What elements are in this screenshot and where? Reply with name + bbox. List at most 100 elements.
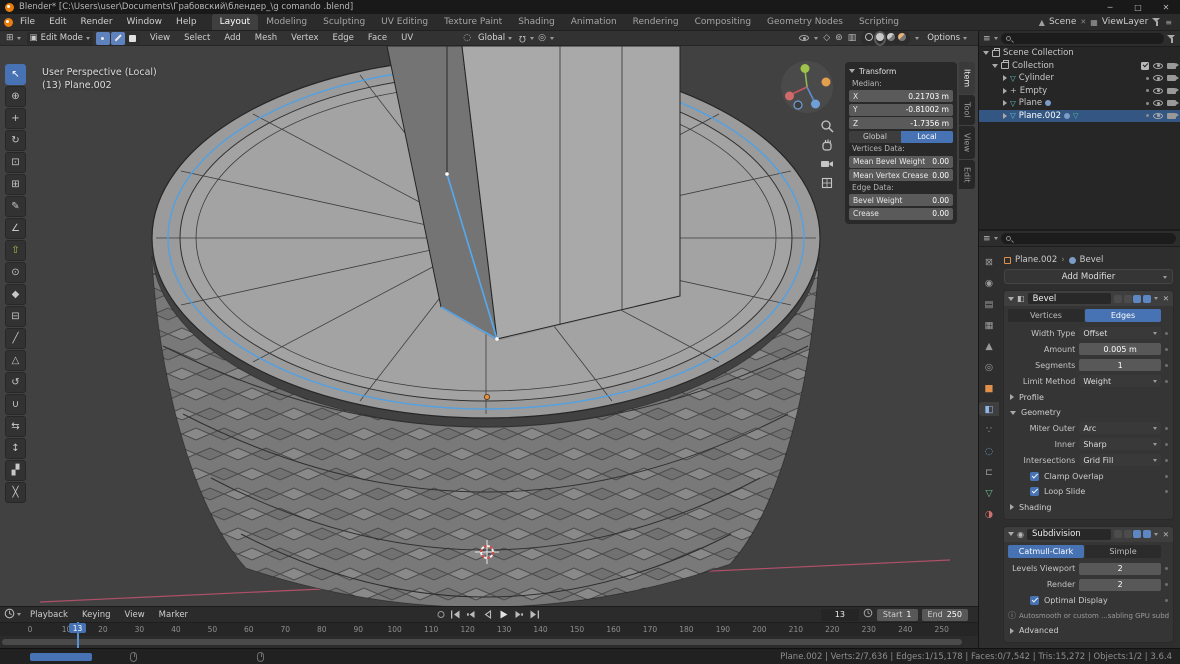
viewport-menu-item[interactable]: Select bbox=[177, 33, 217, 43]
profile-section-header[interactable]: Profile bbox=[1008, 391, 1169, 404]
material-preview-button[interactable] bbox=[887, 33, 895, 44]
limit-method-dropdown[interactable]: Weight bbox=[1079, 375, 1161, 387]
hide-eye-icon[interactable] bbox=[1153, 75, 1163, 81]
breadcrumb-modifier[interactable]: Bevel bbox=[1080, 255, 1104, 265]
edit-mode-toggle-icon[interactable] bbox=[1124, 530, 1132, 538]
properties-tab[interactable]: ⊏ bbox=[981, 465, 997, 479]
local-button[interactable]: Local bbox=[901, 131, 953, 143]
workspace-tab[interactable]: Rendering bbox=[625, 14, 687, 30]
timeline-menu-item[interactable]: View bbox=[118, 610, 152, 620]
timeline-menu-item[interactable]: Marker bbox=[152, 610, 195, 620]
vertex-select-button[interactable] bbox=[96, 32, 110, 45]
miter-outer-dropdown[interactable]: Arc bbox=[1079, 422, 1161, 434]
properties-tab[interactable]: ▲ bbox=[981, 339, 997, 353]
properties-tab[interactable]: ◎ bbox=[981, 360, 997, 374]
viewport-menu-item[interactable]: Edge bbox=[326, 33, 361, 43]
tool-button[interactable]: ⊙ bbox=[5, 262, 26, 283]
on-cage-toggle-icon[interactable] bbox=[1114, 530, 1122, 538]
snap-magnet-icon[interactable]: Ω bbox=[519, 33, 526, 43]
render-toggle-icon[interactable] bbox=[1143, 530, 1151, 538]
app-menu-item[interactable]: Render bbox=[74, 17, 120, 27]
tool-button[interactable]: ⊞ bbox=[5, 174, 26, 195]
scene-selector[interactable]: Scene bbox=[1049, 17, 1076, 27]
view-layer-selector[interactable]: ViewLayer bbox=[1102, 17, 1148, 27]
pivot-point-icon[interactable]: ◌ bbox=[463, 33, 471, 43]
auto-keying-icon[interactable] bbox=[438, 611, 445, 618]
hide-eye-icon[interactable] bbox=[1153, 113, 1163, 119]
render-visibility-icon[interactable] bbox=[1167, 75, 1176, 81]
tab-edges[interactable]: Edges bbox=[1085, 309, 1161, 322]
xray-toggle-icon[interactable]: ▥ bbox=[848, 33, 857, 43]
median-y-field[interactable]: Y -0.81002 m bbox=[849, 104, 953, 116]
app-menu-item[interactable]: Help bbox=[169, 17, 204, 27]
tool-button[interactable]: ▞ bbox=[5, 460, 26, 481]
selectability-dot-icon[interactable] bbox=[1146, 114, 1149, 117]
tool-button[interactable]: + bbox=[5, 108, 26, 129]
workspace-tab[interactable]: Animation bbox=[563, 14, 625, 30]
tool-button[interactable]: ↺ bbox=[5, 372, 26, 393]
play-button[interactable] bbox=[497, 609, 509, 620]
expand-arrow-icon[interactable] bbox=[1003, 88, 1007, 94]
outliner-row-scene-collection[interactable]: Scene Collection bbox=[979, 47, 1180, 60]
realtime-toggle-icon[interactable] bbox=[1133, 530, 1141, 538]
median-x-field[interactable]: X 0.21703 m bbox=[849, 90, 953, 102]
bevel-modifier-header[interactable]: ◧ Bevel ✕ bbox=[1004, 291, 1173, 306]
visibility-eye-icon[interactable] bbox=[799, 35, 809, 41]
segments-field[interactable]: 1 bbox=[1079, 359, 1161, 371]
modifier-name-field[interactable]: Bevel bbox=[1028, 293, 1112, 304]
chevron-down-icon[interactable] bbox=[915, 37, 919, 40]
tool-button[interactable]: ∪ bbox=[5, 394, 26, 415]
playhead-frame-label[interactable]: 13 bbox=[69, 623, 86, 633]
workspace-tab[interactable]: UV Editing bbox=[373, 14, 436, 30]
tool-button[interactable]: ╱ bbox=[5, 328, 26, 349]
tool-button[interactable]: ⊟ bbox=[5, 306, 26, 327]
render-visibility-icon[interactable] bbox=[1167, 63, 1176, 69]
clamp-overlap-checkbox[interactable] bbox=[1030, 472, 1039, 481]
jump-to-start-button[interactable] bbox=[449, 609, 461, 620]
chevron-down-icon[interactable] bbox=[994, 37, 998, 40]
miter-inner-dropdown[interactable]: Sharp bbox=[1079, 438, 1161, 450]
viewport-3d[interactable]: ↖ ⊕ + ↻ ⊡ ⊞ ✎ ∠ ⇧ ⊙ ◆ ⊟ bbox=[0, 46, 978, 606]
n-panel-tab[interactable]: Edit bbox=[959, 160, 975, 190]
properties-tab[interactable]: ▦ bbox=[981, 318, 997, 332]
expand-arrow-icon[interactable] bbox=[1003, 75, 1007, 81]
camera-view-icon[interactable] bbox=[819, 156, 835, 171]
current-frame-field[interactable]: 13 bbox=[821, 609, 859, 621]
edge-select-button[interactable] bbox=[111, 32, 125, 45]
n-panel-tab[interactable]: Tool bbox=[959, 95, 975, 125]
bevel-weight-field[interactable]: Bevel Weight 0.00 bbox=[849, 194, 953, 206]
mean-bevel-weight-field[interactable]: Mean Bevel Weight 0.00 bbox=[849, 156, 953, 168]
loop-slide-checkbox[interactable] bbox=[1030, 487, 1039, 496]
mean-vertex-crease-field[interactable]: Mean Vertex Crease 0.00 bbox=[849, 169, 953, 181]
render-layers-icon[interactable]: ≡ bbox=[1165, 18, 1172, 27]
render-visibility-icon[interactable] bbox=[1167, 100, 1176, 106]
viewport-menu-item[interactable]: Mesh bbox=[248, 33, 284, 43]
chevron-down-icon[interactable] bbox=[550, 37, 554, 40]
app-menu-item[interactable]: Edit bbox=[42, 17, 73, 27]
orientation-dropdown[interactable]: Global bbox=[475, 32, 515, 45]
workspace-tab[interactable]: Sculpting bbox=[315, 14, 373, 30]
outliner-row-empty[interactable]: + Empty bbox=[979, 85, 1180, 98]
play-reverse-button[interactable] bbox=[481, 609, 493, 620]
start-frame-field[interactable]: Start 1 bbox=[877, 609, 918, 621]
workspace-tab[interactable]: Scripting bbox=[851, 14, 907, 30]
workspace-tab[interactable]: Compositing bbox=[687, 14, 759, 30]
chevron-down-icon[interactable] bbox=[814, 37, 818, 40]
app-menu-item[interactable]: File bbox=[13, 17, 42, 27]
selectability-dot-icon[interactable] bbox=[1146, 102, 1149, 105]
workspace-tab[interactable]: Shading bbox=[510, 14, 563, 30]
properties-tab[interactable]: ▤ bbox=[981, 297, 997, 311]
modifier-extras-icon[interactable] bbox=[1154, 533, 1158, 536]
workspace-tab[interactable]: Geometry Nodes bbox=[759, 14, 851, 30]
end-frame-field[interactable]: End 250 bbox=[922, 609, 968, 621]
outliner-search-input[interactable] bbox=[1001, 33, 1164, 44]
n-panel-tab[interactable]: Item bbox=[959, 62, 975, 94]
on-cage-toggle-icon[interactable] bbox=[1114, 295, 1122, 303]
geometry-section-header[interactable]: Geometry bbox=[1008, 406, 1169, 419]
hide-eye-icon[interactable] bbox=[1153, 88, 1163, 94]
jump-to-end-button[interactable] bbox=[529, 609, 541, 620]
options-dropdown[interactable]: Options bbox=[924, 32, 970, 45]
edit-mode-toggle-icon[interactable] bbox=[1124, 295, 1132, 303]
collapse-arrow-icon[interactable] bbox=[1008, 297, 1014, 301]
maximize-button[interactable]: □ bbox=[1124, 0, 1152, 14]
